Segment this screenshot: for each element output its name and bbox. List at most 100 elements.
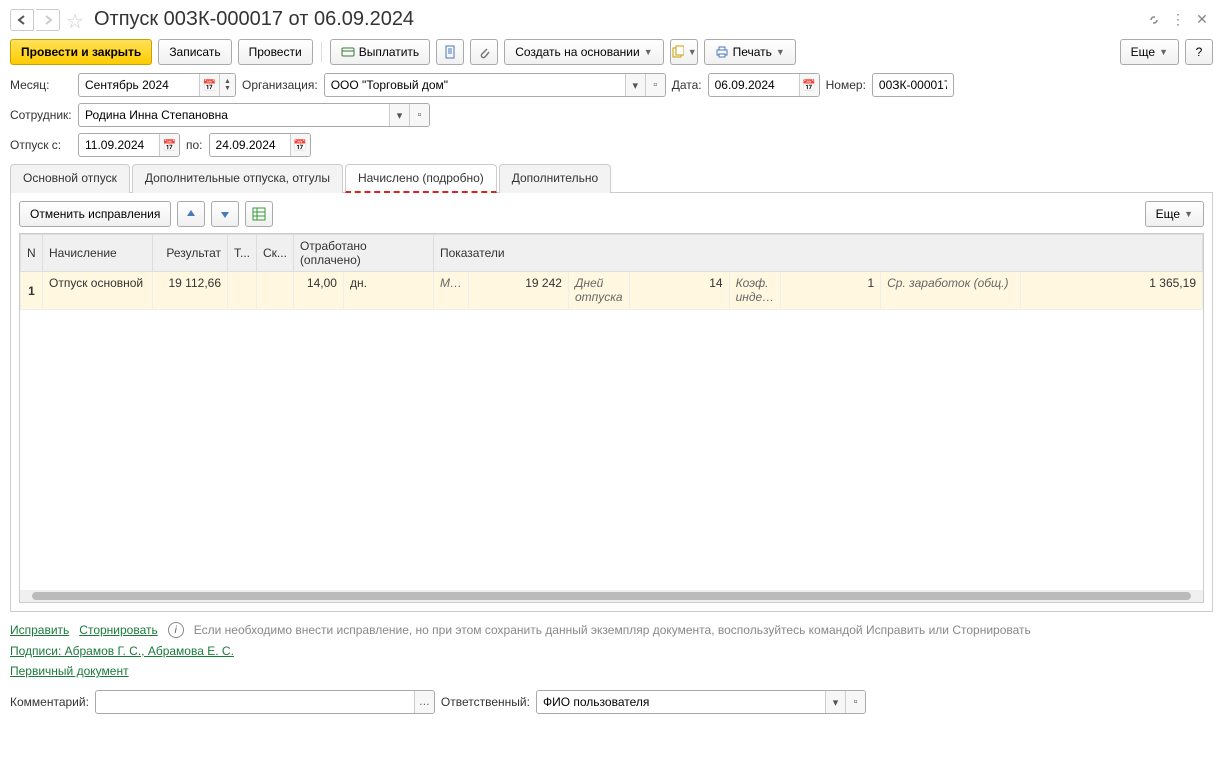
vac-from-field[interactable]: 📅 [78, 133, 180, 157]
attach-icon-button[interactable] [470, 39, 498, 65]
cell-ind3-label: Коэф. инде… [729, 272, 781, 310]
date-field[interactable]: 📅 [708, 73, 820, 97]
table-settings-button[interactable] [245, 201, 273, 227]
employee-field[interactable]: ▾ ▫ [78, 103, 430, 127]
dropdown-icon[interactable]: ▾ [625, 74, 645, 96]
separator [321, 42, 322, 62]
primary-doc-link[interactable]: Первичный документ [10, 664, 129, 678]
th-worked[interactable]: Отработано (оплачено) [293, 235, 433, 272]
comment-field[interactable]: … [95, 690, 435, 714]
create-based-button[interactable]: Создать на основании ▼ [504, 39, 663, 65]
number-field[interactable] [872, 73, 954, 97]
tab-additional[interactable]: Дополнительно [499, 164, 611, 193]
month-label: Месяц: [10, 78, 72, 92]
cell-result: 19 112,66 [153, 272, 228, 310]
cell-t [228, 272, 257, 310]
reverse-link[interactable]: Сторнировать [79, 623, 157, 637]
caret-down-icon: ▼ [688, 47, 697, 57]
th-t[interactable]: Т... [228, 235, 257, 272]
cell-ind1-val: 19 242 [468, 272, 568, 310]
cell-ind1-label: М… [433, 272, 468, 310]
th-indicators[interactable]: Показатели [433, 235, 1202, 272]
date-label: Дата: [672, 78, 702, 92]
cell-ind2-val: 14 [629, 272, 729, 310]
cell-ind4-val: 1 365,19 [1021, 272, 1203, 310]
org-input[interactable] [325, 74, 625, 96]
post-button[interactable]: Провести [238, 39, 313, 65]
help-button[interactable]: ? [1185, 39, 1213, 65]
month-field[interactable]: 📅 ▲▼ [78, 73, 236, 97]
th-result[interactable]: Результат [153, 235, 228, 272]
footer-hint: Если необходимо внести исправление, но п… [194, 623, 1031, 637]
date-input[interactable] [709, 74, 799, 96]
open-icon[interactable]: ▫ [845, 691, 865, 713]
print-label: Печать [733, 45, 772, 59]
number-input[interactable] [873, 74, 953, 96]
accruals-table: N Начисление Результат Т... Ск... Отрабо… [20, 234, 1203, 310]
cell-n: 1 [21, 272, 43, 310]
inner-more-button[interactable]: Еще ▼ [1145, 201, 1204, 227]
vac-from-input[interactable] [79, 134, 159, 156]
vac-to-field[interactable]: 📅 [209, 133, 311, 157]
comment-input[interactable] [96, 691, 414, 713]
table-row[interactable]: 1 Отпуск основной 19 112,66 14,00 дн. М…… [21, 272, 1203, 310]
employee-input[interactable] [79, 104, 389, 126]
copy-icon-button[interactable]: ▼ [670, 39, 698, 65]
move-up-button[interactable] [177, 201, 205, 227]
write-button[interactable]: Записать [158, 39, 231, 65]
favorite-star-icon[interactable]: ☆ [64, 9, 86, 31]
vac-to-label: по: [186, 138, 203, 152]
org-field[interactable]: ▾ ▫ [324, 73, 666, 97]
nav-forward-button[interactable] [36, 9, 60, 31]
responsible-input[interactable] [537, 691, 825, 713]
vac-to-input[interactable] [210, 134, 290, 156]
inner-more-label: Еще [1156, 207, 1180, 221]
caret-down-icon: ▼ [1184, 209, 1193, 219]
tab-additional-vacations[interactable]: Дополнительные отпуска, отгулы [132, 164, 343, 193]
link-icon[interactable] [1143, 9, 1165, 31]
responsible-label: Ответственный: [441, 695, 530, 709]
open-icon[interactable]: ▫ [645, 74, 665, 96]
move-down-button[interactable] [211, 201, 239, 227]
th-accrual[interactable]: Начисление [43, 235, 153, 272]
more-vert-icon[interactable]: ⋮ [1167, 9, 1189, 31]
nav-back-button[interactable] [10, 9, 34, 31]
number-label: Номер: [826, 78, 866, 92]
open-icon[interactable]: ▫ [409, 104, 429, 126]
calendar-icon[interactable]: 📅 [799, 74, 819, 96]
document-icon-button[interactable] [436, 39, 464, 65]
scroll-thumb[interactable] [32, 592, 1191, 600]
calendar-icon[interactable]: 📅 [199, 74, 219, 96]
fix-link[interactable]: Исправить [10, 623, 69, 637]
tab-main-vacation[interactable]: Основной отпуск [10, 164, 130, 193]
cell-ind2-label: Дней отпуска [568, 272, 629, 310]
cancel-corrections-button[interactable]: Отменить исправления [19, 201, 171, 227]
more-button[interactable]: Еще ▼ [1120, 39, 1179, 65]
signatures-link[interactable]: Подписи: Абрамов Г. С., Абрамова Е. С. [10, 644, 234, 658]
info-icon: i [168, 622, 184, 638]
calendar-icon[interactable]: 📅 [159, 134, 179, 156]
print-button[interactable]: Печать ▼ [704, 39, 796, 65]
calendar-icon[interactable]: 📅 [290, 134, 310, 156]
horizontal-scrollbar[interactable] [20, 590, 1203, 602]
spinner-icon[interactable]: ▲▼ [219, 74, 235, 96]
caret-down-icon: ▼ [644, 47, 653, 57]
month-input[interactable] [79, 74, 199, 96]
responsible-field[interactable]: ▾ ▫ [536, 690, 866, 714]
close-icon[interactable]: ✕ [1191, 9, 1213, 31]
dropdown-icon[interactable]: ▾ [389, 104, 409, 126]
cell-worked-val: 14,00 [293, 272, 343, 310]
pay-icon [341, 46, 355, 58]
dropdown-icon[interactable]: ▾ [825, 691, 845, 713]
more-label: Еще [1131, 45, 1155, 59]
tab-accrued-detailed[interactable]: Начислено (подробно) [345, 164, 497, 193]
caret-down-icon: ▼ [1159, 47, 1168, 57]
post-close-button[interactable]: Провести и закрыть [10, 39, 152, 65]
comment-label: Комментарий: [10, 695, 89, 709]
caret-down-icon: ▼ [776, 47, 785, 57]
accruals-table-container[interactable]: N Начисление Результат Т... Ск... Отрабо… [19, 233, 1204, 603]
th-n[interactable]: N [21, 235, 43, 272]
ellipsis-icon[interactable]: … [414, 691, 434, 713]
pay-button[interactable]: Выплатить [330, 39, 431, 65]
th-sk[interactable]: Ск... [257, 235, 294, 272]
